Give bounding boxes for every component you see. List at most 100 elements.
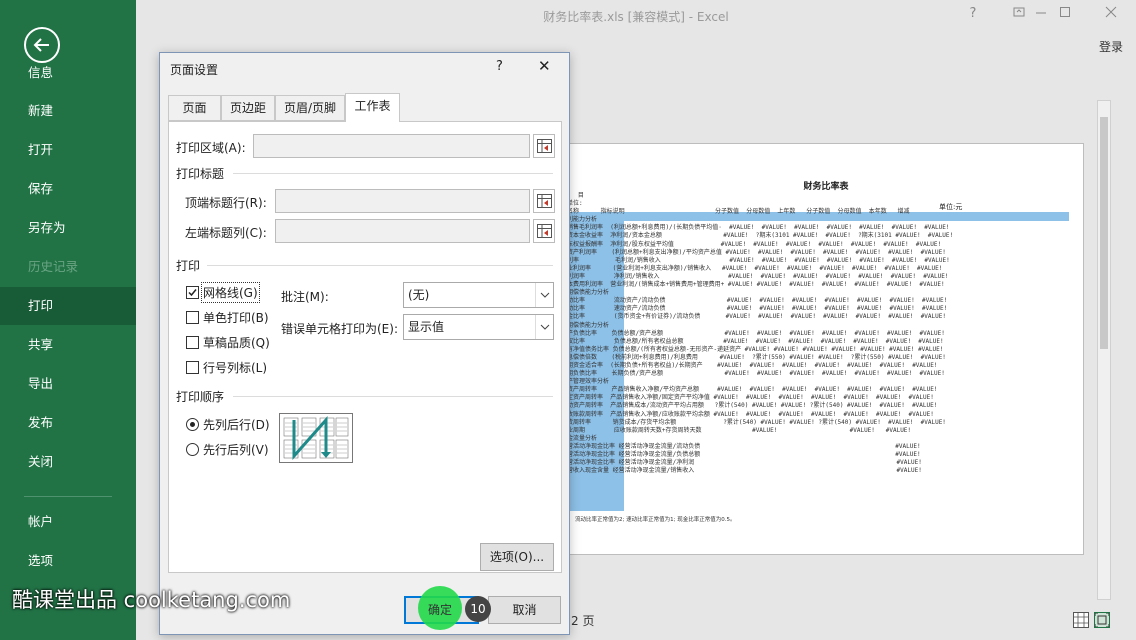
preview-line: 期负债比率 长期负债/资产总额 #VALUE! #VALUE! #VALUE! … — [567, 370, 945, 378]
ribbon-display-icon — [1013, 7, 1025, 17]
print-titles-group: 打印标题 — [176, 167, 225, 181]
step-badge: 10 — [465, 596, 491, 622]
preview-line: 权比率 负债总额/所有者权益总额 #VALUE! #VALUE! #VALUE!… — [567, 337, 944, 345]
dialog-title: 页面设置 — [170, 63, 219, 77]
preview-line: 名称 指标说明 分子数值 分母数值 上年数 分子数值 分母数值 本年数 增减 — [567, 208, 910, 216]
nav-divider — [24, 496, 112, 497]
nav-history: 历史记录 — [28, 259, 79, 274]
preview-line: 目 — [567, 192, 584, 199]
nav-print[interactable]: 打印 — [0, 287, 136, 325]
nav-open[interactable]: 打开 — [0, 131, 136, 169]
preview-scrollbar[interactable] — [1097, 100, 1111, 600]
backstage-nav: 信息 新建 打开 保存 另存为 历史记录 打印 共享 导出 发布 关闭 帐户 选… — [0, 0, 136, 640]
row-col-headings-label[interactable]: 行号列标(L) — [203, 359, 267, 376]
preview-line: 金流量分析 — [567, 434, 598, 442]
help-button[interactable]: ? — [962, 6, 984, 21]
preview-line: 资本金收益率 净利润/资本金总额 #VALUE! ?期末(3101 #VALUE… — [567, 232, 954, 240]
page-order-icon — [283, 416, 349, 460]
margins-icon — [1074, 613, 1088, 627]
close-window-button[interactable] — [1100, 6, 1122, 22]
preview-line: 动资产周转率 产品销售成本/流动资产平均占用额 ?累计(540) #VALUE!… — [567, 402, 938, 410]
over-then-down-radio[interactable] — [186, 443, 199, 456]
dialog-help-button[interactable]: ? — [496, 59, 503, 74]
print-area-field[interactable] — [253, 134, 530, 158]
tab-header-footer[interactable]: 页眉/页脚 — [275, 95, 345, 121]
preview-line: 产负债比率 负债总额/资产总额 #VALUE! #VALUE! #VALUE! … — [567, 329, 945, 337]
login-link[interactable]: 登录 — [1099, 38, 1123, 55]
preview-line: 单位: — [567, 200, 583, 208]
print-area-picker[interactable] — [533, 134, 555, 158]
comments-label: 批注(M): — [281, 290, 329, 304]
black-white-label[interactable]: 单色打印(B) — [203, 309, 269, 326]
errors-select[interactable]: 显示值 — [403, 314, 554, 340]
print-group-divider — [207, 265, 553, 266]
rows-repeat-field[interactable] — [275, 189, 530, 213]
range-select-icon — [537, 139, 552, 153]
nav-info[interactable]: 信息 — [0, 54, 136, 92]
comments-dropdown-arrow[interactable] — [535, 283, 553, 307]
ribbon-display-button[interactable] — [1008, 6, 1030, 22]
ok-button-label[interactable]: 确定 — [428, 601, 452, 618]
preview-line: 业周期 应收账款周转天数+存货周转天数 #VALUE! #VALUE! #VAL… — [567, 426, 912, 434]
minimize-button[interactable] — [1030, 6, 1052, 22]
preview-scrollbar-thumb[interactable] — [1100, 117, 1108, 349]
comments-value: (无) — [408, 288, 430, 302]
nav-new[interactable]: 新建 — [0, 92, 136, 130]
chevron-down-icon — [540, 324, 550, 330]
window-title: 财务比率表.xls [兼容模式] - Excel — [543, 10, 729, 24]
preview-sheet-title: 财务比率表 — [803, 182, 849, 192]
down-then-over-radio[interactable] — [186, 418, 199, 431]
page-count: 2 页 — [571, 614, 595, 628]
gridlines-label[interactable]: 网格线(G) — [201, 282, 260, 303]
row-col-headings-checkbox[interactable] — [186, 361, 199, 374]
page-setup-dialog: 页面设置 ? ✕ 页面 页边距 页眉/页脚 工作表 打印区域(A): 打印标题 … — [159, 52, 570, 635]
draft-quality-checkbox[interactable] — [186, 336, 199, 349]
black-white-checkbox[interactable] — [186, 311, 199, 324]
nav-close[interactable]: 关闭 — [0, 443, 136, 481]
range-select-icon — [537, 224, 552, 238]
show-margins-button[interactable] — [1073, 612, 1089, 628]
nav-publish[interactable]: 发布 — [0, 404, 136, 442]
print-order-preview — [279, 413, 353, 463]
comments-select[interactable]: (无) — [403, 282, 554, 308]
dialog-close-button[interactable]: ✕ — [538, 57, 551, 75]
nav-account[interactable]: 帐户 — [0, 503, 136, 541]
preview-line: 营活动净现金比率 经营活动净现金流量/流动负债 #VALUE! — [567, 442, 921, 450]
preview-sheet-content: 目单位: 名称 指标说明 分子数值 分母数值 上年数 分子数值 分母数值 本年数 … — [567, 192, 1083, 492]
preview-line: 本费用利润率 营业利润/(销售成本+销售费用+管理费用+ #VALUE! #VA… — [567, 281, 945, 289]
draft-quality-label[interactable]: 草稿品质(Q) — [203, 334, 270, 351]
over-then-down-label[interactable]: 先行后列(V) — [203, 441, 269, 458]
nav-export[interactable]: 导出 — [0, 365, 136, 403]
cols-repeat-picker[interactable] — [533, 219, 555, 243]
options-button[interactable]: 选项(O)... — [480, 543, 554, 571]
print-preview-page: 财务比率表 单位:元 目单位: 名称 指标说明 分子数值 分母数值 上年数 分子数… — [566, 143, 1084, 555]
preview-line: 货周转率 销货成本/存货平均余额 ?累计(540) #VALUE! #VALUE… — [567, 418, 946, 426]
cols-repeat-field[interactable] — [275, 219, 530, 243]
nav-save-as[interactable]: 另存为 — [0, 209, 136, 247]
preview-line: 业利润率 (营业利润+利息支出净额)/销售收入 #VALUE! #VALUE! … — [567, 264, 943, 272]
restore-icon — [1060, 7, 1070, 17]
zoom-page-icon — [1094, 612, 1110, 628]
tab-page[interactable]: 页面 — [168, 95, 221, 121]
tab-sheet[interactable]: 工作表 — [345, 93, 400, 122]
cols-repeat-label: 左端标题列(C): — [185, 226, 267, 240]
gridlines-checkbox[interactable] — [186, 286, 199, 299]
errors-dropdown-arrow[interactable] — [535, 315, 553, 339]
restore-button[interactable] — [1054, 6, 1076, 22]
preview-line: 期偿债能力分析 — [567, 289, 610, 297]
chevron-down-icon — [540, 292, 550, 298]
nav-share[interactable]: 共享 — [0, 326, 136, 364]
nav-options[interactable]: 选项 — [0, 542, 136, 580]
zoom-to-page-button[interactable] — [1094, 612, 1110, 628]
nav-save[interactable]: 保存 — [0, 170, 136, 208]
check-icon — [188, 289, 197, 297]
print-group: 打印 — [176, 259, 201, 273]
tab-margins[interactable]: 页边距 — [221, 95, 275, 121]
back-arrow-icon — [33, 38, 49, 52]
rows-repeat-picker[interactable] — [533, 189, 555, 213]
preview-line: 息偿债倍数 (税前利润+利息费用)/利息费用 #VALUE! ?累计(550) … — [567, 353, 946, 361]
cancel-button[interactable]: 取消 — [488, 596, 561, 624]
down-then-over-label[interactable]: 先列后行(D) — [203, 416, 270, 433]
print-order-group: 打印顺序 — [176, 390, 225, 404]
preview-line: 资产利润率 (利润总额+利息支出净额)/平均资产总值 #VALUE! #VALU… — [567, 248, 946, 256]
